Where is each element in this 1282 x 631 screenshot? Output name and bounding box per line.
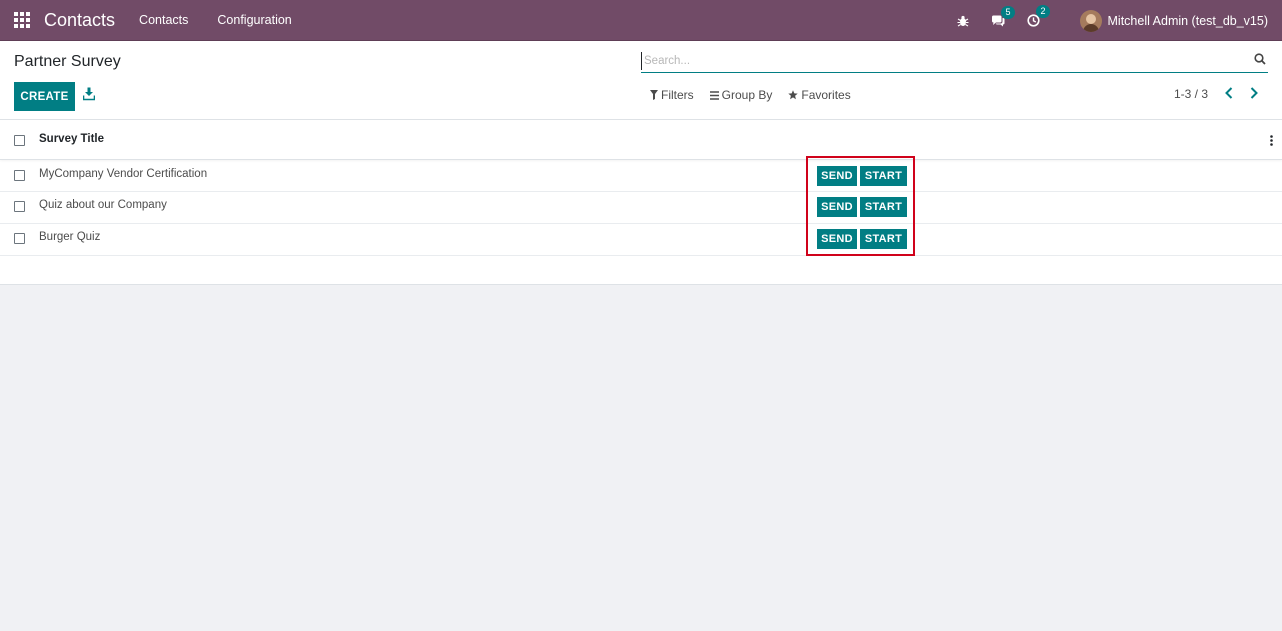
search-input[interactable] xyxy=(641,52,1241,70)
survey-title: MyCompany Vendor Certification xyxy=(39,168,208,180)
start-button[interactable]: START xyxy=(860,229,907,249)
send-button[interactable]: SEND xyxy=(817,197,857,217)
start-button[interactable]: START xyxy=(860,197,907,217)
main-menu: Contacts Configuration xyxy=(139,13,321,27)
table-row[interactable]: Quiz about our Company SEND START xyxy=(0,192,1282,224)
search-icon[interactable] xyxy=(1254,53,1266,68)
groupby-label: Group By xyxy=(721,88,773,102)
systray: 5 2 Mitchell Admin (test_db_v15) xyxy=(935,0,1269,41)
column-survey-title[interactable]: Survey Title xyxy=(39,133,104,145)
debug-bug-icon[interactable] xyxy=(957,15,969,27)
menu-item-contacts[interactable]: Contacts xyxy=(139,13,188,27)
user-avatar xyxy=(1079,9,1102,32)
app-brand[interactable]: Contacts xyxy=(44,10,115,31)
top-navbar: Contacts Contacts Configuration 5 2 Mitc… xyxy=(0,0,1282,41)
download-icon[interactable] xyxy=(82,87,96,101)
pager-value[interactable]: 1-3 / 3 xyxy=(1174,87,1208,101)
messages-count-badge: 5 xyxy=(1001,5,1015,19)
filters-dropdown[interactable]: Filters xyxy=(650,88,694,102)
start-button[interactable]: START xyxy=(860,166,907,186)
survey-title: Quiz about our Company xyxy=(39,199,167,211)
send-button[interactable]: SEND xyxy=(817,166,857,186)
pager-previous-icon[interactable] xyxy=(1224,87,1234,102)
activities-count-badge: 2 xyxy=(1036,5,1050,18)
user-menu[interactable]: Mitchell Admin (test_db_v15) xyxy=(1079,9,1269,32)
page-title: Partner Survey xyxy=(14,53,121,70)
apps-menu-icon[interactable] xyxy=(14,12,30,28)
row-checkbox[interactable] xyxy=(14,201,25,212)
favorites-dropdown[interactable]: Favorites xyxy=(788,88,851,102)
table-row[interactable]: Burger Quiz SEND START xyxy=(0,224,1282,256)
send-button[interactable]: SEND xyxy=(817,229,857,249)
activities-clock-icon[interactable]: 2 xyxy=(1026,5,1050,27)
filter-icon xyxy=(650,90,658,100)
pager-next-icon[interactable] xyxy=(1249,87,1259,102)
groupby-dropdown[interactable]: Group By xyxy=(709,88,773,102)
row-checkbox[interactable] xyxy=(14,233,25,244)
table-row[interactable]: MyCompany Vendor Certification SEND STAR… xyxy=(0,160,1282,192)
star-icon xyxy=(788,90,799,100)
row-checkbox[interactable] xyxy=(14,170,25,181)
optional-columns-icon[interactable] xyxy=(1270,134,1273,149)
list-header: Survey Title xyxy=(0,120,1282,160)
create-button[interactable]: CREATE xyxy=(14,82,75,111)
select-all-checkbox[interactable] xyxy=(14,135,25,146)
survey-list: Survey Title MyCompany Vendor Certificat… xyxy=(0,120,1282,285)
control-panel: Partner Survey CREATE Filters Group By F… xyxy=(0,41,1282,120)
messages-icon[interactable]: 5 xyxy=(991,5,1015,27)
filters-label: Filters xyxy=(661,88,694,102)
list-icon xyxy=(709,90,719,100)
favorites-label: Favorites xyxy=(801,88,851,102)
search-options: Filters Group By Favorites xyxy=(650,88,867,102)
menu-item-configuration[interactable]: Configuration xyxy=(217,13,291,27)
survey-title: Burger Quiz xyxy=(39,231,101,243)
user-name: Mitchell Admin (test_db_v15) xyxy=(1107,13,1269,28)
search-bar xyxy=(641,50,1268,73)
